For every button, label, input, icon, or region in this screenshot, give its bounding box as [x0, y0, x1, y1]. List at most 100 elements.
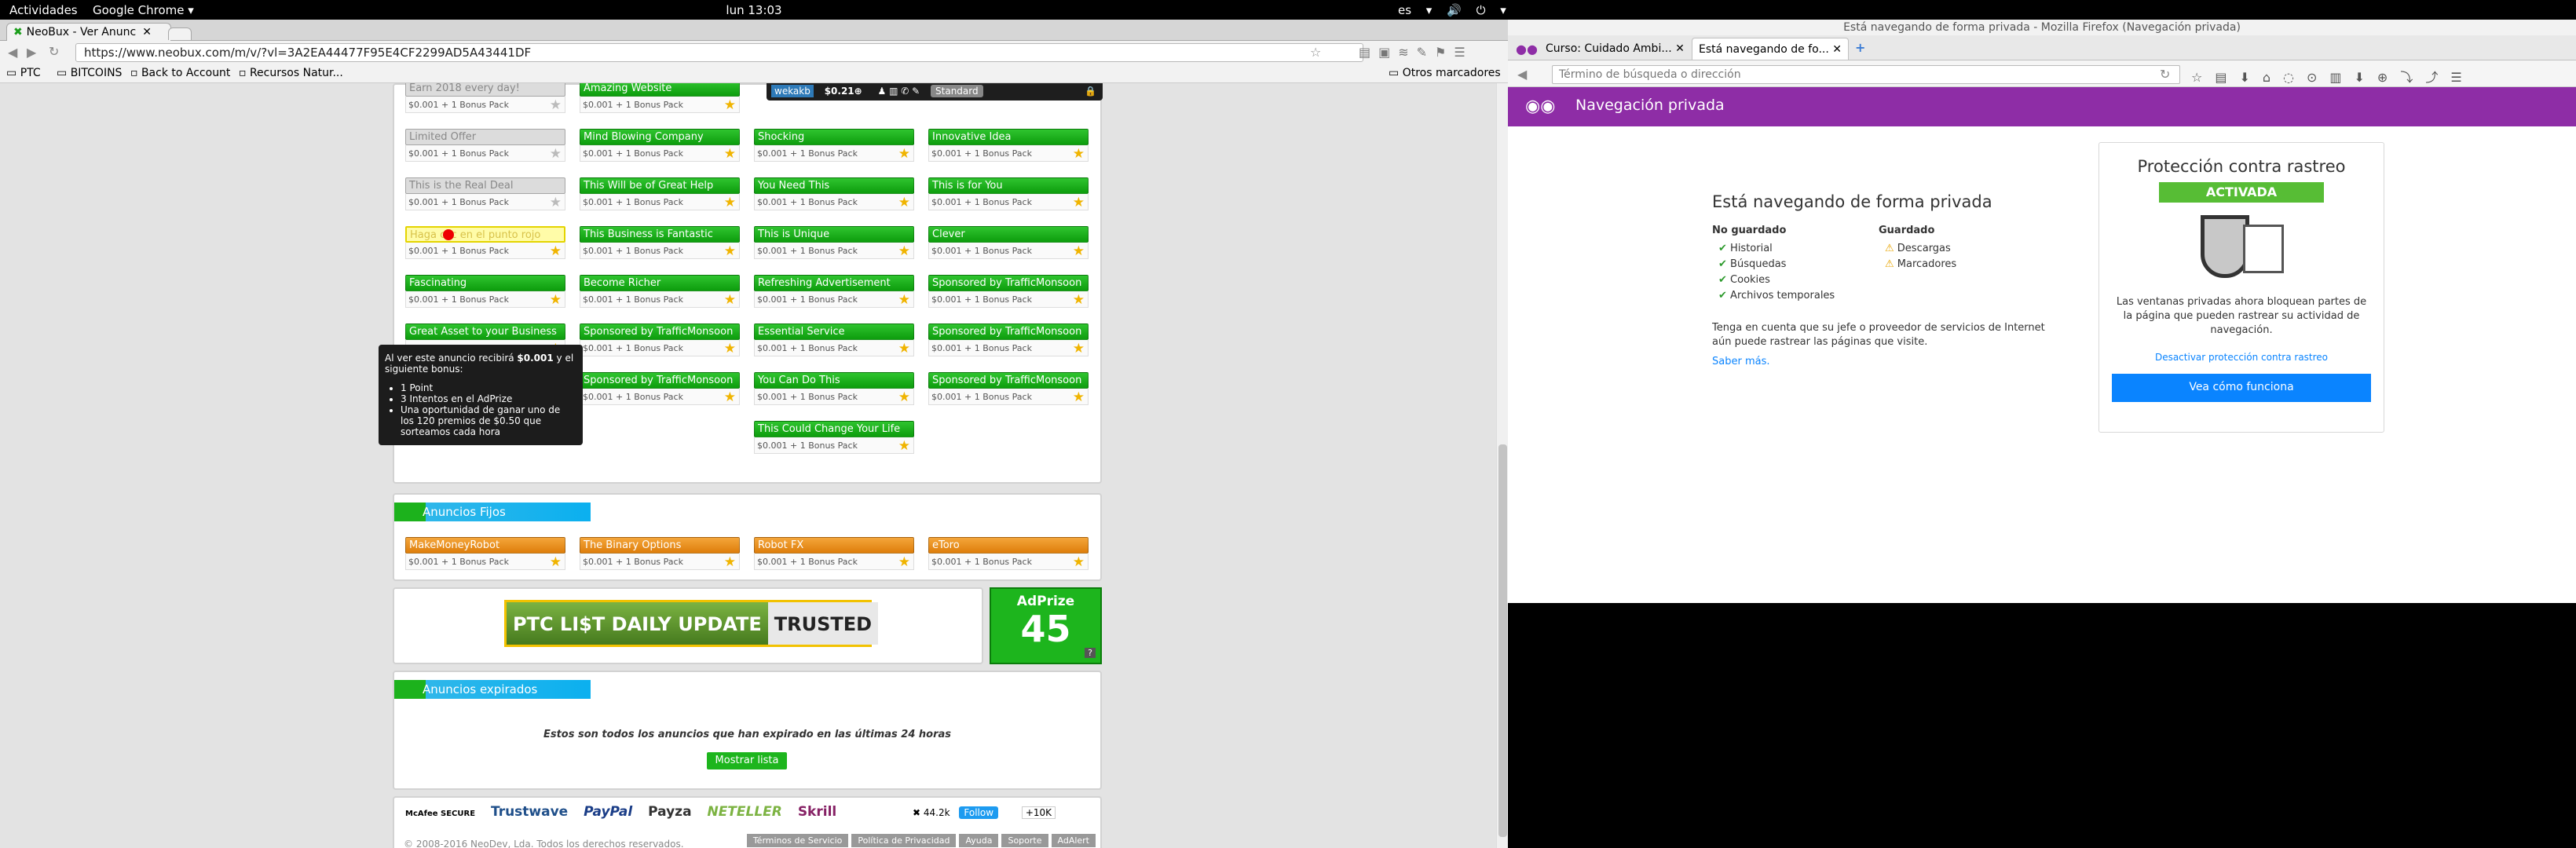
firefox-url-field[interactable]: Término de búsqueda o dirección	[1552, 65, 2180, 84]
footer-link-help[interactable]: Ayuda	[959, 834, 999, 847]
favorite-star-icon[interactable]: ★	[724, 389, 736, 405]
favorite-star-icon[interactable]: ★	[724, 146, 736, 162]
tray-icons[interactable]: 🔊 ⏻ ▾	[1447, 3, 1506, 17]
ad-title[interactable]: This Could Change Your Life	[754, 421, 914, 437]
username[interactable]: wekakb	[771, 85, 814, 97]
ad-item[interactable]: Sponsored by TrafficMonsoon $0.001 + 1 Bo…	[928, 275, 1089, 309]
favorite-star-icon[interactable]: ★	[724, 292, 736, 308]
footer-link-support[interactable]: Soporte	[1001, 834, 1048, 847]
favorite-star-icon[interactable]: ★	[1073, 341, 1085, 356]
favorite-star-icon[interactable]: ★	[1073, 389, 1085, 405]
bookmark-ptc[interactable]: ▭ PTC	[6, 67, 41, 79]
fixed-ad-item[interactable]: MakeMoneyRobot $0.001 + 1 Bonus Pack ★	[405, 537, 565, 572]
widget-icons[interactable]: ♟ ▥ ✆ ✎	[878, 86, 920, 97]
favorite-star-icon[interactable]: ★	[898, 554, 910, 570]
close-tab-icon[interactable]: ✕	[1675, 42, 1685, 55]
favorite-star-icon[interactable]: ★	[898, 389, 910, 405]
bookmark-otros[interactable]: ▭ Otros marcadores	[1389, 67, 1501, 79]
ad-title[interactable]: Limited Offer	[405, 129, 565, 145]
new-tab-button[interactable]	[168, 27, 192, 40]
back-icon[interactable]: ◀	[1517, 67, 1527, 82]
ad-title[interactable]: Sponsored by TrafficMonsoon	[928, 372, 1089, 389]
ad-item[interactable]: Sponsored by TrafficMonsoon $0.001 + 1 Bo…	[580, 323, 740, 358]
ad-item[interactable]: This is for You $0.001 + 1 Bonus Pack ★	[928, 177, 1089, 212]
ad-item[interactable]: This is the Real Deal $0.001 + 1 Bonus Pa…	[405, 177, 565, 212]
ad-title[interactable]: Haga clic en el punto rojo	[405, 226, 565, 243]
ad-title[interactable]: Fascinating	[405, 275, 565, 291]
ad-title[interactable]: Great Asset to your Business	[405, 323, 565, 340]
ad-title[interactable]: Innovative Idea	[928, 129, 1089, 145]
close-tab-icon[interactable]: ✕	[142, 26, 152, 38]
x-icon[interactable]: ✖	[913, 807, 920, 818]
favorite-star-icon[interactable]: ★	[1073, 146, 1085, 162]
favorite-star-icon[interactable]: ★	[550, 146, 562, 162]
lock-icon[interactable]: 🔒	[1085, 86, 1096, 97]
membership-badge[interactable]: Standard	[931, 85, 983, 97]
ad-item[interactable]: This Will be of Great Help $0.001 + 1 Bon…	[580, 177, 740, 212]
page-scrollbar[interactable]	[1496, 83, 1508, 848]
ad-title[interactable]: This is the Real Deal	[405, 177, 565, 194]
learn-more-link[interactable]: Saber más.	[1712, 356, 1769, 367]
footer-link-adalert[interactable]: AdAlert	[1051, 834, 1096, 847]
chrome-tab-neobux[interactable]: ✖ NeoBux - Ver Anunc ✕	[6, 23, 171, 41]
system-tray[interactable]: es ▾ 🔊 ⏻ ▾	[1398, 3, 1506, 17]
favorite-star-icon[interactable]: ★	[898, 146, 910, 162]
ad-item[interactable]: Refreshing Advertisement $0.001 + 1 Bonus…	[754, 275, 914, 309]
disable-tp-link[interactable]: Desactivar protección contra rastreo	[2099, 352, 2384, 363]
favorite-star-icon[interactable]: ★	[1073, 243, 1085, 259]
favorite-star-icon[interactable]: ★	[898, 438, 910, 454]
ad-title[interactable]: This is Unique	[754, 226, 914, 243]
ad-item[interactable]: Mind Blowing Company $0.001 + 1 Bonus Pac…	[580, 129, 740, 163]
ad-title[interactable]: Earn 2018 every day!	[405, 83, 565, 97]
ad-title[interactable]: This is for You	[928, 177, 1089, 194]
favorite-star-icon[interactable]: ★	[1073, 554, 1085, 570]
favorite-star-icon[interactable]: ★	[724, 341, 736, 356]
ad-item[interactable]: This is Unique $0.001 + 1 Bonus Pack ★	[754, 226, 914, 261]
ad-item[interactable]: Clever $0.001 + 1 Bonus Pack ★	[928, 226, 1089, 261]
ad-item[interactable]: You Need This $0.001 + 1 Bonus Pack ★	[754, 177, 914, 212]
ad-title[interactable]: Clever	[928, 226, 1089, 243]
favorite-star-icon[interactable]: ★	[550, 243, 562, 259]
favorite-star-icon[interactable]: ★	[550, 554, 562, 570]
ad-item[interactable]: Amazing Website $0.001 + 1 Bonus Pack ★	[580, 83, 740, 115]
ad-title[interactable]: Robot FX	[754, 537, 914, 554]
address-bar[interactable]: https://www.neobux.com/m/v/?vl=3A2EA4447…	[75, 43, 1363, 62]
twitter-follow-button[interactable]: Follow	[959, 806, 999, 819]
language-indicator[interactable]: es ▾	[1398, 3, 1432, 17]
fixed-ad-item[interactable]: eToro $0.001 + 1 Bonus Pack ★	[928, 537, 1089, 572]
bookmark-back-to-account[interactable]: ▫ Back to Account	[130, 67, 230, 79]
ad-title[interactable]: You Can Do This	[754, 372, 914, 389]
favorite-star-icon[interactable]: ★	[550, 292, 562, 308]
favorite-star-icon[interactable]: ★	[724, 554, 736, 570]
clock[interactable]: lun 13:03	[0, 3, 1508, 17]
adprize-box[interactable]: AdPrize 45 ?	[990, 587, 1102, 664]
ad-title[interactable]: Mind Blowing Company	[580, 129, 740, 145]
gplus-button[interactable]: +10K	[1021, 806, 1056, 819]
scrollbar-thumb[interactable]	[1498, 444, 1507, 837]
back-icon[interactable]: ◀	[8, 45, 17, 60]
favorite-star-icon[interactable]: ★	[898, 195, 910, 210]
new-tab-icon[interactable]: +	[1855, 40, 1865, 55]
close-tab-icon[interactable]: ✕	[1832, 43, 1842, 56]
ad-item[interactable]: This Could Change Your Life $0.001 + 1 Bo…	[754, 421, 914, 455]
ad-item[interactable]: Sponsored by TrafficMonsoon $0.001 + 1 Bo…	[580, 372, 740, 407]
extensions-icons[interactable]: ▤▣≋✎⚑☰	[1359, 45, 1473, 60]
see-how-it-works-button[interactable]: Vea cómo funciona	[2112, 374, 2371, 402]
ad-title[interactable]: Shocking	[754, 129, 914, 145]
red-dot-icon[interactable]	[443, 229, 454, 240]
ad-item[interactable]: Become Richer $0.001 + 1 Bonus Pack ★	[580, 275, 740, 309]
favorite-star-icon[interactable]: ★	[898, 292, 910, 308]
fixed-ad-item[interactable]: The Binary Options $0.001 + 1 Bonus Pack ★	[580, 537, 740, 572]
ptc-list-banner[interactable]: PTC LI$T DAILY UPDATE TRUSTED	[504, 600, 879, 647]
ad-item[interactable]: Fascinating $0.001 + 1 Bonus Pack ★	[405, 275, 565, 309]
ad-title[interactable]: Sponsored by TrafficMonsoon	[928, 323, 1089, 340]
ad-item[interactable]: Haga clic en el punto rojo $0.001 + 1 Bon…	[405, 226, 565, 261]
help-icon[interactable]: ?	[1085, 648, 1096, 658]
reload-icon[interactable]: ↻	[2160, 67, 2170, 82]
ad-item[interactable]: Earn 2018 every day! $0.001 + 1 Bonus Pac…	[405, 83, 565, 115]
ad-item[interactable]: You Can Do This $0.001 + 1 Bonus Pack ★	[754, 372, 914, 407]
fixed-ad-item[interactable]: Robot FX $0.001 + 1 Bonus Pack ★	[754, 537, 914, 572]
favorite-star-icon[interactable]: ★	[724, 97, 736, 113]
ad-title[interactable]: You Need This	[754, 177, 914, 194]
ad-item[interactable]: Sponsored by TrafficMonsoon $0.001 + 1 Bo…	[928, 323, 1089, 358]
